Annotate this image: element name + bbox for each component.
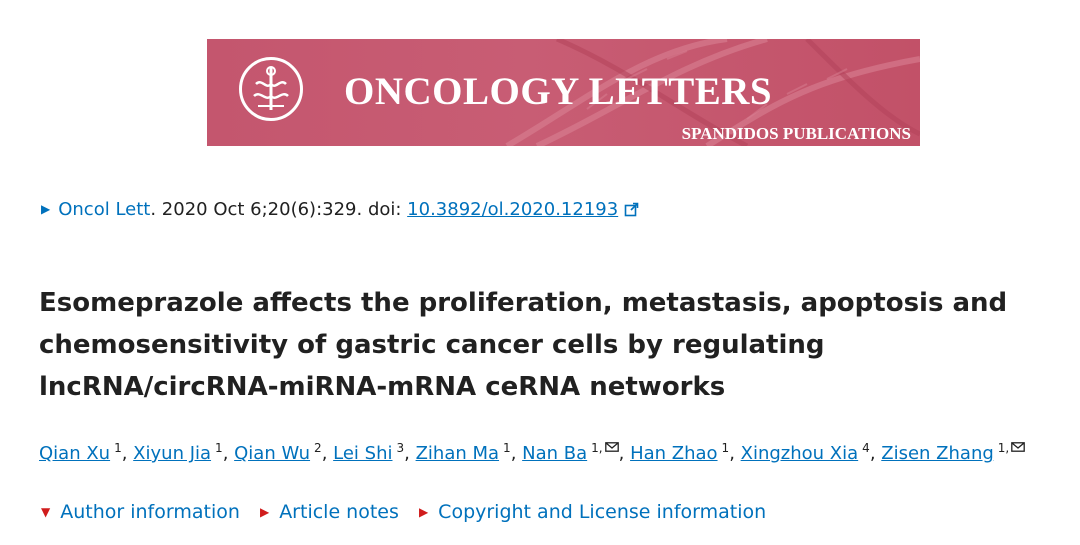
affiliation-number[interactable]: 1	[114, 441, 122, 455]
email-icon[interactable]	[1011, 436, 1026, 457]
author-information-toggle[interactable]: ▼ Author information	[41, 501, 240, 523]
author-separator: ,	[222, 443, 235, 464]
article-notes-toggle[interactable]: ▶ Article notes	[260, 501, 399, 523]
author-list: Qian Xu 1, Xiyun Jia 1, Qian Wu 2, Lei Shi 3…	[39, 436, 1026, 464]
affiliation-number[interactable]: 1,	[591, 441, 602, 455]
affiliation-number[interactable]: 1	[503, 441, 511, 455]
author-separator: ,	[729, 443, 741, 464]
author-link[interactable]: Lei Shi	[333, 443, 392, 464]
doi-link[interactable]: 10.3892/ol.2020.12193	[407, 199, 618, 220]
expand-triangle-icon: ▼	[41, 505, 51, 519]
journal-banner[interactable]: ONCOLOGY LETTERS SPANDIDOS PUBLICATIONS	[207, 39, 920, 146]
publisher-name: SPANDIDOS PUBLICATIONS	[681, 124, 911, 143]
affiliation-number[interactable]: 2	[314, 441, 322, 455]
info-links: ▼ Author information ▶ Article notes ▶ Copy…	[41, 501, 780, 523]
copyright-license-toggle[interactable]: ▶ Copyright and License information	[419, 501, 766, 523]
author-link[interactable]: Xiyun Jia	[133, 443, 211, 464]
citation-line: ▶ Oncol Lett. 2020 Oct 6;20(6):329. doi: …	[41, 199, 639, 222]
article-title: Esomeprazole affects the proliferation, …	[39, 288, 1008, 402]
author-separator: ,	[404, 443, 416, 464]
spandidos-logo	[239, 57, 303, 121]
author-link[interactable]: Zisen Zhang	[881, 443, 994, 464]
affiliation-number[interactable]: 1,	[998, 441, 1009, 455]
citation-details: . 2020 Oct 6;20(6):329. doi:	[150, 199, 408, 220]
expand-triangle-icon[interactable]: ▶	[41, 202, 50, 216]
copyright-license-label[interactable]: Copyright and License information	[438, 501, 766, 523]
expand-triangle-icon: ▶	[418, 505, 429, 519]
author-information-label[interactable]: Author information	[60, 501, 240, 523]
author-separator: ,	[321, 443, 334, 464]
email-icon[interactable]	[604, 436, 619, 457]
author-link[interactable]: Xingzhou Xia	[741, 443, 859, 464]
affiliation-number[interactable]: 3	[396, 441, 404, 455]
author-separator: ,	[869, 443, 882, 464]
author-link[interactable]: Nan Ba	[522, 443, 587, 464]
affiliation-number[interactable]: 4	[862, 441, 870, 455]
author-link[interactable]: Qian Wu	[234, 443, 310, 464]
author-link[interactable]: Han Zhao	[630, 443, 717, 464]
author-separator: ,	[121, 443, 134, 464]
author-link[interactable]: Qian Xu	[39, 443, 110, 464]
article-notes-label[interactable]: Article notes	[279, 501, 399, 523]
journal-title: ONCOLOGY LETTERS	[344, 70, 773, 113]
author-link[interactable]: Zihan Ma	[416, 443, 499, 464]
journal-link[interactable]: Oncol Lett	[58, 199, 150, 220]
author-separator: ,	[618, 443, 631, 464]
affiliation-number[interactable]: 1	[215, 441, 223, 455]
external-link-icon[interactable]	[624, 201, 639, 222]
author-separator: ,	[510, 443, 523, 464]
expand-triangle-icon: ▶	[259, 505, 270, 519]
